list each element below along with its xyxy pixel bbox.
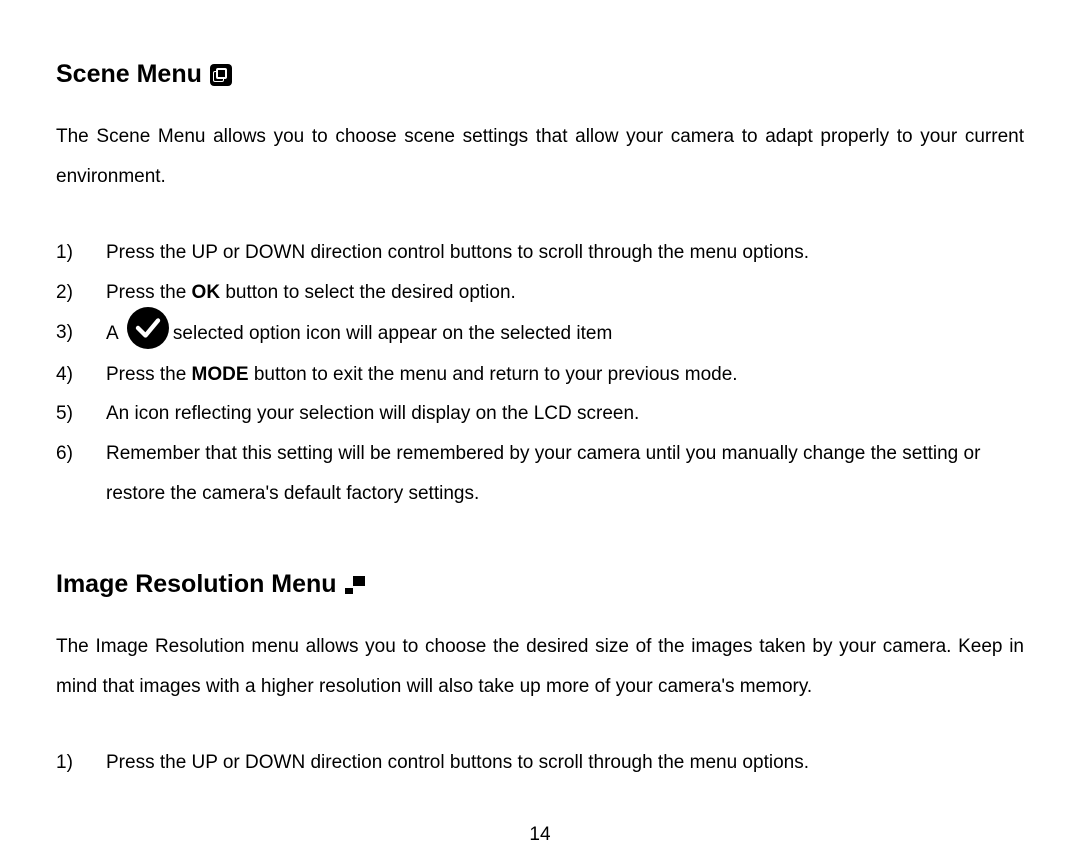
scene-menu-heading: Scene Menu [56, 60, 1024, 89]
step-text: Remember that this setting will be remem… [106, 443, 980, 504]
resolution-icon [345, 576, 365, 594]
scene-icon [210, 64, 232, 86]
mode-label: MODE [192, 364, 249, 385]
scene-step-2: Press the OK button to select the desire… [56, 273, 1024, 313]
scene-step-4: Press the MODE button to exit the menu a… [56, 355, 1024, 395]
step-text-suffix: button to exit the menu and return to yo… [249, 364, 738, 385]
step-text: Press the UP or DOWN direction control b… [106, 242, 809, 263]
image-resolution-steps: Press the UP or DOWN direction control b… [56, 743, 1024, 783]
step-text-prefix: A [106, 323, 123, 344]
page-number: 14 [0, 824, 1080, 846]
resolution-step-1: Press the UP or DOWN direction control b… [56, 743, 1024, 783]
scene-menu-intro: The Scene Menu allows you to choose scen… [56, 117, 1024, 197]
scene-step-6: Remember that this setting will be remem… [56, 434, 1024, 514]
step-text-prefix: Press the [106, 282, 192, 303]
scene-menu-steps: Press the UP or DOWN direction control b… [56, 233, 1024, 514]
scene-step-5: An icon reflecting your selection will d… [56, 394, 1024, 434]
step-text-suffix: selected option icon will appear on the … [173, 323, 612, 344]
step-text: An icon reflecting your selection will d… [106, 403, 639, 424]
image-resolution-heading: Image Resolution Menu [56, 570, 1024, 599]
ok-label: OK [192, 282, 221, 303]
image-resolution-intro: The Image Resolution menu allows you to … [56, 627, 1024, 707]
step-text: Press the UP or DOWN direction control b… [106, 752, 809, 773]
checkmark-icon [127, 307, 169, 349]
image-resolution-heading-text: Image Resolution Menu [56, 570, 337, 599]
step-text-prefix: Press the [106, 364, 192, 385]
scene-step-1: Press the UP or DOWN direction control b… [56, 233, 1024, 273]
step-text-suffix: button to select the desired option. [220, 282, 516, 303]
scene-step-3: A selected option icon will appear on th… [56, 313, 1024, 355]
scene-menu-heading-text: Scene Menu [56, 60, 202, 89]
